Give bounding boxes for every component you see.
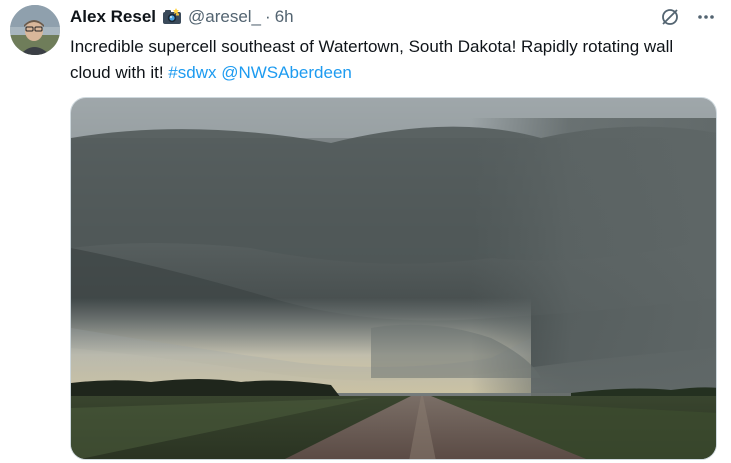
- author-name[interactable]: Alex Resel: [70, 7, 156, 27]
- mention-link[interactable]: @NWSAberdeen: [221, 63, 352, 82]
- hashtag-link[interactable]: #sdwx: [168, 63, 216, 82]
- more-horizontal-icon[interactable]: [695, 6, 717, 28]
- tweet-text: Incredible supercell southeast of Watert…: [70, 34, 690, 86]
- tweet-header: Alex Resel @aresel_ · 6h: [70, 6, 294, 28]
- tweet-actions: [659, 6, 717, 28]
- tweet-photo[interactable]: [70, 97, 717, 460]
- tweet-body: Incredible supercell southeast of Watert…: [70, 37, 674, 82]
- grok-icon[interactable]: [659, 6, 681, 28]
- tweet-timestamp[interactable]: 6h: [275, 7, 294, 27]
- separator-dot: ·: [265, 7, 271, 26]
- camera-emoji-icon: [162, 7, 182, 27]
- tweet-card[interactable]: Alex Resel @aresel_ · 6h Incredible supe…: [0, 0, 731, 463]
- avatar[interactable]: [10, 5, 60, 55]
- author-handle[interactable]: @aresel_: [188, 7, 261, 27]
